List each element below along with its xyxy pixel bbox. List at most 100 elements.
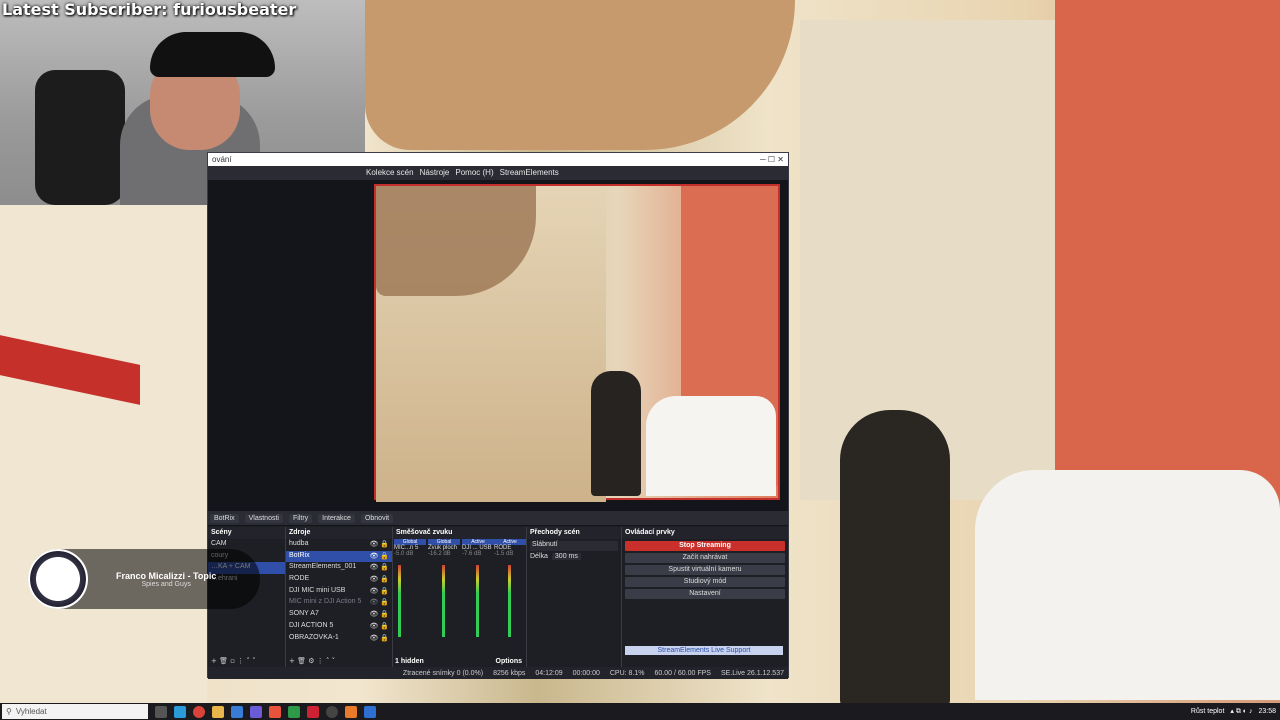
source-item[interactable]: RODE 👁 🔒 xyxy=(286,574,392,586)
mixer-title: Směšovač zvuku xyxy=(393,527,526,539)
source-item[interactable]: DJI MIC mini USB 👁 🔒 xyxy=(286,586,392,598)
obs-statusbar: Ztracené snímky 0 (0.0%) 8256 kbps 04:12… xyxy=(208,667,788,679)
level-meter xyxy=(442,565,445,637)
system-tray: Růst teplot ▴ ⧉ ◐ ♪ 23:58 xyxy=(1191,703,1276,720)
app-icon[interactable] xyxy=(250,705,262,718)
rec-time: 00:00:00 xyxy=(572,669,600,677)
mixer-channel[interactable]: Active RODE -1.5 dB xyxy=(494,539,526,637)
transitions-dock: Přechody scén Slábnutí Délka 300 ms xyxy=(527,527,622,667)
obs-docks: Scény CAM coury …KA + CAM …ehrani + 🗑 ▫ … xyxy=(208,527,788,667)
search-placeholder: Vyhledat xyxy=(15,707,47,716)
source-item-selected[interactable]: BotRix 👁 🔒 xyxy=(286,550,392,563)
background-left-panel xyxy=(0,205,207,703)
app-icon[interactable] xyxy=(364,705,376,718)
stream-canvas: Latest Subscriber: furiousbeater ování ─… xyxy=(0,0,1280,720)
edge-icon[interactable] xyxy=(174,705,186,718)
mixer-channel[interactable]: Global MIC...n 5 -5.0 dB xyxy=(394,539,426,637)
background-car xyxy=(975,470,1280,700)
source-item[interactable]: OBRAZOVKA-1 👁 🔒 xyxy=(286,633,392,645)
source-item[interactable]: StreamElements_001 👁 🔒 xyxy=(286,562,392,574)
controls-dock: Ovládací prvky Stop Streaming Začít nahr… xyxy=(622,527,788,667)
dropped-frames: Ztracené snímky 0 (0.0%) xyxy=(402,669,484,677)
preview-canvas[interactable] xyxy=(374,184,780,502)
refresh-button[interactable]: Obnovit xyxy=(360,513,394,523)
obs-window: ování ─ ☐ ✕ Kolekce scén Nástroje Pomoc … xyxy=(207,152,789,679)
task-view-icon[interactable] xyxy=(155,705,167,718)
bitrate: 8256 kbps xyxy=(493,669,526,677)
mixer-channel[interactable]: Global Zvuk ploch -16.2 dB xyxy=(428,539,460,637)
menu-scene-collection[interactable]: Kolekce scén xyxy=(366,168,414,178)
album-art-icon xyxy=(28,549,88,609)
tray-icons[interactable]: ▴ ⧉ ◐ ♪ xyxy=(1230,707,1252,716)
duration-input[interactable]: 300 ms xyxy=(551,553,581,560)
settings-button[interactable]: Nastavení xyxy=(625,589,785,599)
mixer-channel[interactable]: Active DJI ... USB -7.6 dB xyxy=(462,539,494,637)
track-artist: Franco Micalizzi - Topic xyxy=(116,570,217,581)
window-controls[interactable]: ─ ☐ ✕ xyxy=(760,155,784,164)
obs-menubar: Kolekce scén Nástroje Pomoc (H) StreamEl… xyxy=(208,166,788,180)
channel-db: -5.0 dB xyxy=(394,551,414,557)
interact-button[interactable]: Interakce xyxy=(318,513,355,523)
mixer-footer: 1 hidden Options xyxy=(395,658,522,665)
menu-streamelements[interactable]: StreamElements xyxy=(500,168,559,178)
channel-db: -1.5 dB xyxy=(494,551,514,557)
mixer-dock: Směšovač zvuku Global MIC...n 5 -5.0 dB … xyxy=(393,527,527,667)
duration-label: Délka xyxy=(530,553,548,560)
search-icon: ⚲ xyxy=(6,707,12,716)
selected-source-label: BotRix xyxy=(210,513,239,523)
weather-widget[interactable]: Růst teplot xyxy=(1191,708,1224,715)
app-icon[interactable] xyxy=(288,705,300,718)
level-meter xyxy=(398,565,401,637)
sources-title: Zdroje xyxy=(286,527,392,539)
scenes-title: Scény xyxy=(208,527,285,539)
channel-db: -16.2 dB xyxy=(428,551,451,557)
webcam-chair xyxy=(35,70,125,205)
background-face xyxy=(365,0,795,150)
window-title: ování xyxy=(212,155,232,164)
app-icon[interactable] xyxy=(307,705,319,718)
sources-dock: Zdroje hudba 👁 🔒 BotRix 👁 🔒 StreamElements… xyxy=(286,527,393,667)
source-item[interactable]: SONY A7 👁 🔒 xyxy=(286,609,392,621)
stop-streaming-button[interactable]: Stop Streaming xyxy=(625,541,785,551)
obs-icon[interactable] xyxy=(326,705,338,718)
taskbar-search[interactable]: ⚲ Vyhledat xyxy=(2,704,148,719)
mixer-options-button[interactable]: Options xyxy=(496,658,522,665)
store-icon[interactable] xyxy=(231,705,243,718)
clock[interactable]: 23:58 xyxy=(1258,708,1276,715)
cpu-usage: CPU: 8.1% xyxy=(609,669,645,677)
filters-button[interactable]: Filtry xyxy=(288,513,313,523)
source-item-hidden[interactable]: MIC mini z DJI Action 5 👁 🔒 xyxy=(286,597,392,609)
menu-help[interactable]: Pomoc (H) xyxy=(455,168,493,178)
transition-select[interactable]: Slábnutí xyxy=(530,541,618,551)
live-time: 04:12:09 xyxy=(535,669,563,677)
now-playing-widget: Franco Micalizzi - Topic Spies and Guys xyxy=(28,549,260,609)
folder-icon[interactable] xyxy=(212,705,224,718)
webcam-cap xyxy=(150,32,275,77)
virtual-camera-button[interactable]: Spustit virtuální kameru xyxy=(625,565,785,575)
channel-db: -7.6 dB xyxy=(462,551,482,557)
hidden-count[interactable]: 1 hidden xyxy=(395,658,424,665)
app-icon[interactable] xyxy=(269,705,281,718)
app-icon[interactable] xyxy=(345,705,357,718)
source-item[interactable]: hudba 👁 🔒 xyxy=(286,539,392,551)
source-item[interactable]: DJI ACTION 5 👁 🔒 xyxy=(286,621,392,633)
se-live-support-button[interactable]: StreamElements Live Support xyxy=(625,646,783,655)
obs-preview[interactable] xyxy=(208,180,788,526)
duration-row: Délka 300 ms xyxy=(530,553,618,560)
scenes-footer-icons[interactable]: + 🗑 ▫ ⋮ ˄ ˅ xyxy=(211,657,256,665)
source-toolbar: BotRix Vlastnosti Filtry Interakce Obnov… xyxy=(208,511,788,525)
background-building-red xyxy=(1055,0,1280,520)
latest-subscriber-label: Latest Subscriber: furiousbeater xyxy=(2,0,297,19)
fps: 60.00 / 60.00 FPS xyxy=(654,669,711,677)
start-recording-button[interactable]: Začít nahrávat xyxy=(625,553,785,563)
windows-taskbar: ⚲ Vyhledat Růst teplot ▴ ⧉ ◐ ♪ 23:58 xyxy=(0,703,1280,720)
level-meter xyxy=(508,565,511,637)
sources-footer-icons[interactable]: + 🗑 ⚙ ⋮ ˄ ˅ xyxy=(289,657,335,665)
menu-tools[interactable]: Nástroje xyxy=(420,168,450,178)
obs-titlebar: ování ─ ☐ ✕ xyxy=(208,153,788,166)
background-person xyxy=(840,410,950,710)
studio-mode-button[interactable]: Studiový mód xyxy=(625,577,785,587)
properties-button[interactable]: Vlastnosti xyxy=(244,513,283,523)
chrome-icon[interactable] xyxy=(193,705,205,718)
version: SE.Live 26.1.12.537 xyxy=(720,669,784,677)
